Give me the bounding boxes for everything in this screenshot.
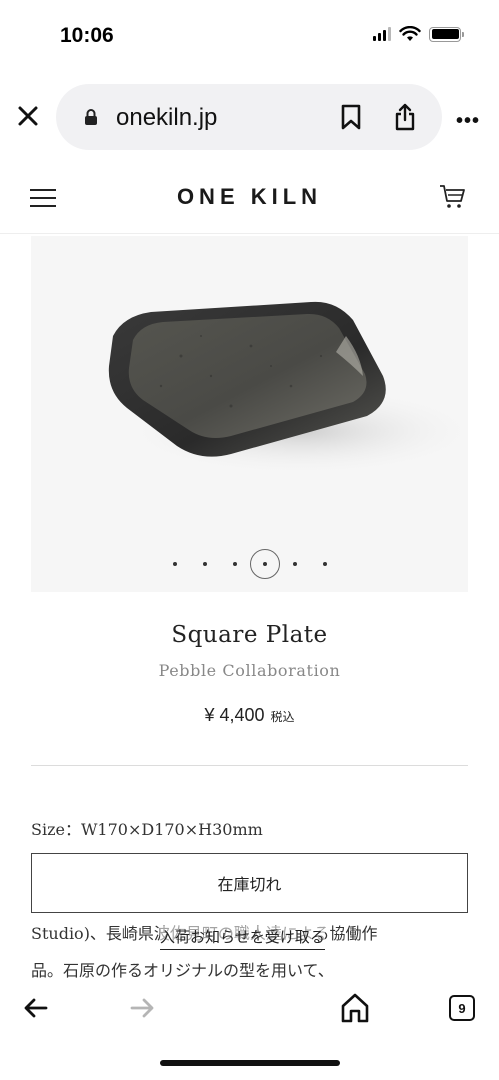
close-icon[interactable] — [14, 102, 42, 130]
home-indicator — [160, 1060, 340, 1066]
more-icon[interactable]: ••• — [456, 110, 480, 133]
price-value: ¥ 4,400 — [204, 705, 265, 725]
site-header: ONE KILN — [0, 162, 499, 234]
carousel-dot-active[interactable] — [249, 549, 280, 579]
cart-icon[interactable] — [438, 182, 466, 210]
carousel-dot[interactable] — [310, 549, 340, 579]
carousel-dot[interactable] — [190, 549, 220, 579]
share-icon[interactable] — [394, 103, 416, 131]
forward-arrow-icon[interactable] — [128, 996, 156, 1020]
cellular-signal-icon — [373, 27, 391, 41]
out-of-stock-button[interactable]: 在庫切れ — [31, 853, 468, 913]
wifi-icon — [399, 26, 421, 41]
restock-notify-link[interactable]: 入荷お知らせを受け取る — [160, 926, 325, 950]
status-bar: 10:06 — [0, 0, 499, 72]
status-icons — [373, 26, 464, 42]
product-image-carousel[interactable] — [31, 236, 468, 592]
browser-bar: onekiln.jp ••• — [0, 84, 499, 154]
product-size: Size：W170×D170×H30mm — [31, 820, 263, 839]
battery-icon — [429, 26, 464, 42]
plate-image — [108, 301, 468, 476]
carousel-dot[interactable] — [280, 549, 310, 579]
product-title: Square Plate — [171, 622, 328, 648]
carousel-dots — [31, 549, 468, 579]
tax-label: 税込 — [270, 710, 295, 724]
bookmark-icon[interactable] — [340, 104, 362, 130]
site-logo[interactable]: ONE KILN — [0, 184, 499, 210]
product-subtitle: Pebble Collaboration — [158, 661, 341, 680]
home-icon[interactable] — [340, 992, 370, 1024]
status-time: 10:06 — [60, 24, 114, 47]
product-price: ¥ 4,400 税込 — [0, 705, 499, 726]
address-bar[interactable]: onekiln.jp — [56, 84, 442, 150]
lock-icon — [85, 109, 97, 125]
back-arrow-icon[interactable] — [22, 996, 50, 1020]
description-line: 品。石原の作るオリジナルの型を用いて、 — [31, 961, 334, 980]
carousel-dot[interactable] — [160, 549, 190, 579]
tabs-icon[interactable]: 9 — [449, 995, 475, 1021]
carousel-dot[interactable] — [220, 549, 250, 579]
divider — [31, 765, 468, 766]
url-text: onekiln.jp — [116, 104, 218, 131]
